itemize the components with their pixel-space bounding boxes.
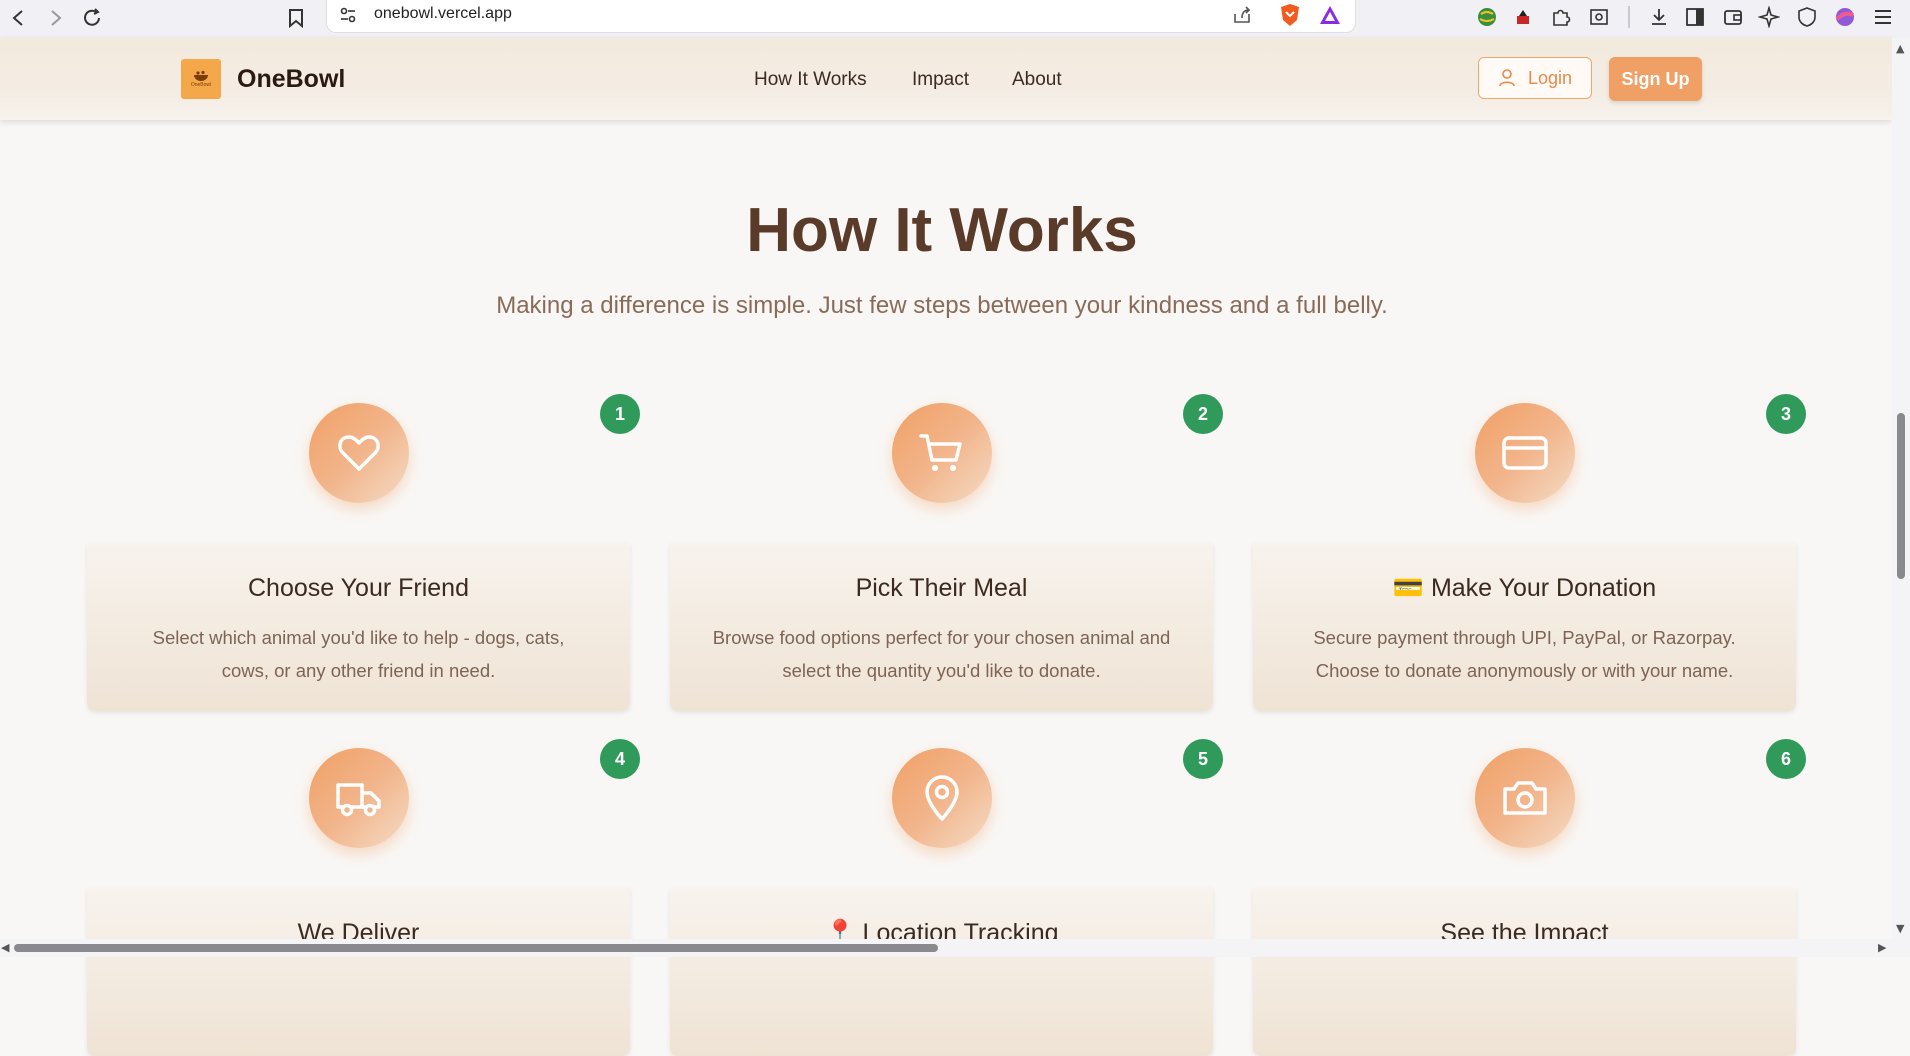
scroll-left-icon[interactable]: ◀ [1,941,9,954]
reload-icon[interactable] [78,4,106,32]
share-icon[interactable] [1232,5,1252,29]
step-card-body: Choose Your Friend Select which animal y… [87,543,630,711]
step-number-badge: 4 [600,739,640,779]
globe-extension-icon[interactable] [1476,6,1498,32]
menu-icon[interactable] [1872,6,1894,32]
step-number-badge: 6 [1766,739,1806,779]
reader-icon[interactable] [1588,6,1610,32]
extension-icon[interactable] [1512,6,1534,32]
url-text[interactable]: onebowl.vercel.app [374,5,512,23]
camera-icon [1503,781,1547,815]
step-icon-circle [309,403,409,503]
signup-button[interactable]: Sign Up [1609,57,1702,101]
vpn-icon[interactable] [1796,6,1818,32]
step-description: Browse food options perfect for your cho… [712,627,1171,681]
login-button[interactable]: Login [1478,57,1592,99]
bowl-icon [194,70,208,81]
sidebar-icon[interactable] [1684,6,1706,32]
map-pin-icon [925,775,959,821]
section-title: How It Works [746,196,1138,265]
step-card-body: We Deliver [87,888,630,1056]
step-icon-circle [892,748,992,848]
scroll-up-icon[interactable]: ▲ [1896,42,1904,55]
step-title: Choose Your Friend [248,574,469,602]
nav-about[interactable]: About [1012,69,1062,91]
cart-icon [919,434,962,471]
brave-shield-icon[interactable] [1279,3,1301,31]
download-icon[interactable] [1648,6,1670,32]
login-label: Login [1527,67,1573,88]
nav-impact[interactable]: Impact [912,69,969,91]
step-card-body: Pick Their Meal Browse food options perf… [670,543,1213,711]
step-icon-circle [892,403,992,503]
toolbar-divider [1628,6,1630,28]
heart-icon [338,435,380,471]
site-header: OneBowl OneBowl How It Works Impact Abou… [0,38,1892,120]
wallet-icon[interactable] [1722,6,1744,32]
brand-name[interactable]: OneBowl [237,65,345,94]
rewards-icon[interactable] [1319,5,1341,29]
truck-icon [336,783,381,817]
logo[interactable]: OneBowl [181,59,221,99]
step-icon-circle [1475,403,1575,503]
step-number-badge: 2 [1183,394,1223,434]
back-icon[interactable] [4,4,32,32]
step-card-body: See the Impact [1253,888,1796,1056]
address-bar[interactable]: onebowl.vercel.app [326,0,1356,33]
scroll-down-icon[interactable]: ▼ [1896,922,1904,935]
logo-text: OneBowl [190,82,212,88]
step-number-badge: 5 [1183,739,1223,779]
leo-ai-icon[interactable] [1757,5,1781,32]
horizontal-scrollbar-thumb[interactable] [14,944,938,952]
step-title: 💳 Make Your Donation [1392,574,1657,602]
site-settings-icon[interactable] [339,6,357,28]
nav-how-it-works[interactable]: How It Works [754,69,867,91]
step-card-body: 💳 Make Your Donation Secure payment thro… [1253,543,1796,711]
forward-icon[interactable] [42,4,70,32]
vertical-scrollbar-thumb[interactable] [1897,413,1905,579]
scroll-right-icon[interactable]: ▶ [1878,941,1886,954]
profile-icon[interactable] [1834,6,1856,32]
step-icon-circle [309,748,409,848]
browser-toolbar: onebowl.vercel.app [0,0,1910,39]
signup-label: Sign Up [1621,68,1690,89]
bookmark-icon[interactable] [282,4,310,32]
step-description: Select which animal you'd like to help -… [152,627,565,681]
step-icon-circle [1475,748,1575,848]
step-card-body: 📍 Location Tracking [670,888,1213,1056]
step-title: Pick Their Meal [855,574,1028,602]
section-subtitle: Making a difference is simple. Just few … [496,292,1388,319]
user-icon [1499,69,1515,87]
step-description: Secure payment through UPI, PayPal, or R… [1313,627,1736,681]
puzzle-icon[interactable] [1550,6,1572,32]
credit-card-icon [1502,436,1548,470]
step-number-badge: 1 [600,394,640,434]
step-number-badge: 3 [1766,394,1806,434]
